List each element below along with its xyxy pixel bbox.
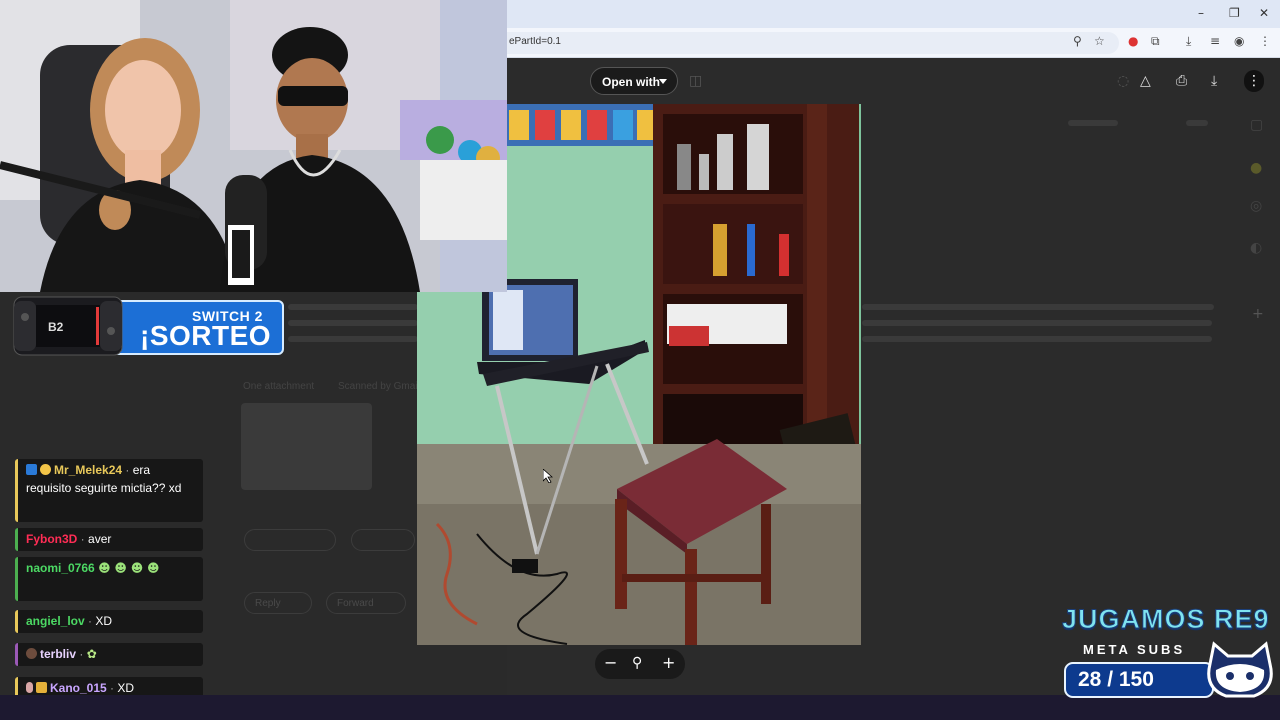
chat-message: terbliv · ✿ [15, 643, 203, 666]
zoom-controls: − ⚲ + [595, 649, 685, 679]
side-icon-1: ▢ [1250, 117, 1264, 133]
chat-username[interactable]: angiel_lov [26, 614, 85, 628]
cat-emote-icon [40, 464, 51, 475]
chat-text: XD [117, 681, 135, 695]
help-icon[interactable]: ◌ [1117, 73, 1129, 89]
viewer-extra-icon[interactable]: ◫ [689, 73, 702, 89]
console-label: B2 [48, 320, 64, 334]
chat-text: XD [95, 614, 113, 628]
browser-titlebar: – ❐ ✕ [507, 0, 1280, 28]
zoom-icon[interactable]: ⚲ [1073, 34, 1082, 48]
frog-emote-icon: ☻ ☻ ☻ ☻ [98, 561, 160, 575]
chat-username[interactable]: Mr_Melek24 [54, 463, 122, 477]
switch-console-icon: B2 [13, 296, 123, 356]
extensions-puzzle-icon[interactable]: ⧉ [1151, 34, 1160, 49]
overlay-label: META SUBS [1083, 642, 1186, 657]
print-icon[interactable]: ⎙ [1176, 73, 1187, 89]
open-with-button[interactable]: Open with [590, 67, 678, 95]
zoom-out-button[interactable]: − [604, 653, 617, 672]
sub-badge-icon [36, 682, 47, 693]
chrome-menu-icon[interactable]: ⋮ [1259, 34, 1271, 48]
bottom-strip [0, 695, 1280, 720]
extension-red-icon[interactable]: ● [1128, 34, 1138, 48]
ghost-forward-label: Forward [337, 598, 374, 609]
bits-badge-icon [26, 464, 37, 475]
side-icon-2: ● [1250, 160, 1263, 176]
zoom-icon[interactable]: ⚲ [632, 655, 642, 671]
download-icon[interactable]: ⤓ [1186, 34, 1191, 49]
ghost-attachment-label: One attachment [243, 381, 315, 392]
webcam-feed [0, 0, 507, 292]
more-actions-icon[interactable]: ⋮ [1244, 70, 1264, 92]
media-queue-icon[interactable]: ≡ [1210, 34, 1220, 48]
chat-text: aver [88, 532, 112, 546]
address-bar[interactable]: ePartId=0.1 ⚲ ☆ [507, 32, 1119, 54]
zoom-in-button[interactable]: + [662, 653, 675, 672]
chat-username[interactable]: Kano_015 [50, 681, 107, 695]
ghost-reply-button: Reply [244, 592, 312, 614]
side-icon-3: ◎ [1250, 198, 1263, 214]
side-icon-4: ◐ [1250, 240, 1263, 256]
chevron-down-icon [659, 79, 667, 84]
close-window-button[interactable]: ✕ [1259, 6, 1269, 20]
profile-avatar-icon[interactable]: ◉ [1234, 34, 1244, 48]
sorteo-title: ¡SORTEO [140, 320, 272, 351]
chat-message: angiel_lov · XD [15, 610, 203, 633]
browser-toolbar: ePartId=0.1 ⚲ ☆ ● ⧉ ⤓ ≡ ◉ ⋮ [507, 28, 1280, 58]
ghost-scanned-label: Scanned by Gmail [338, 381, 420, 392]
user-badge-icon [26, 682, 33, 693]
url-text: ePartId=0.1 [509, 36, 561, 47]
download-file-icon[interactable]: ⤓ [1211, 73, 1217, 89]
ghost-forward-button: Forward [326, 592, 406, 614]
add-to-drive-icon[interactable]: △ [1140, 73, 1151, 89]
emote-icon: ✿ [86, 647, 97, 661]
restore-button[interactable]: ❐ [1229, 6, 1240, 20]
chat-message: Mr_Melek24 · era requisito seguirte mict… [15, 459, 203, 522]
cat-mascot-icon [1207, 641, 1273, 698]
bookmark-star-icon[interactable]: ☆ [1094, 34, 1105, 48]
open-with-label: Open with [602, 75, 660, 89]
user-badge-icon [26, 648, 37, 659]
chat-message: Fybon3D · aver [15, 528, 203, 551]
chat-username[interactable]: Fybon3D [26, 532, 77, 546]
stream-scene: One attachment Scanned by Gmail Reply Fo… [0, 0, 1280, 720]
overlay-headline: JUGAMOS RE9 [1062, 604, 1270, 635]
chat-username[interactable]: terbliv [40, 647, 76, 661]
ghost-attachment-thumbnail [241, 403, 372, 490]
subs-count: 28 / 150 [1078, 668, 1154, 691]
mouse-cursor-icon [543, 469, 553, 483]
side-add-icon: + [1252, 306, 1264, 322]
minimize-button[interactable]: – [1198, 6, 1204, 20]
chat-message: naomi_0766 ☻ ☻ ☻ ☻ [15, 557, 203, 601]
ghost-reply-label: Reply [255, 598, 281, 609]
chat-username[interactable]: naomi_0766 [26, 561, 95, 575]
